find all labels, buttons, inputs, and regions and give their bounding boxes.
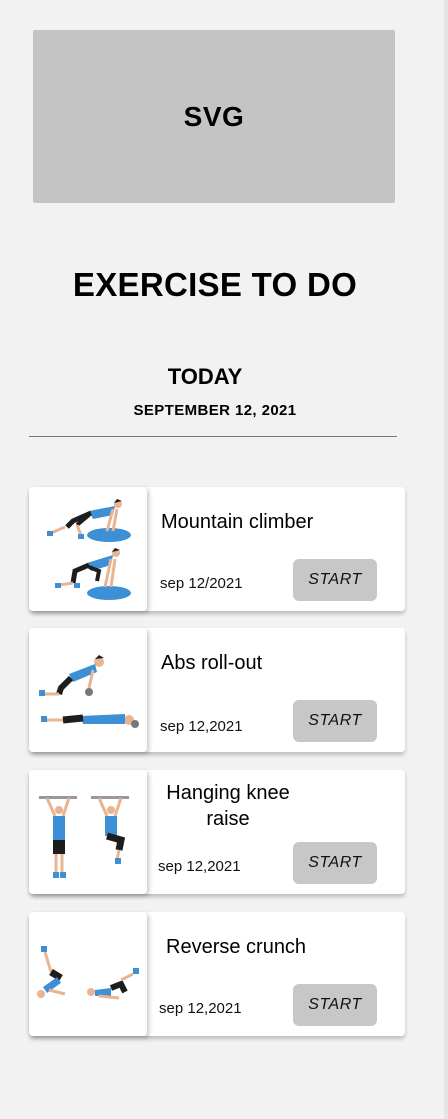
exercise-name: Reverse crunch bbox=[166, 936, 307, 958]
exercise-card-hanging-knee-raise[interactable]: Hanging knee raise sep 12,2021 START bbox=[29, 770, 405, 894]
start-button-abs-rollout[interactable]: START bbox=[293, 700, 377, 742]
abs-rollout-illustration bbox=[29, 628, 147, 752]
exercise-date: sep 12,2021 bbox=[158, 858, 241, 875]
exercise-name: Mountain climber bbox=[161, 511, 314, 533]
page-title: EXERCISE TO DO bbox=[72, 266, 358, 303]
start-button-mountain-climber[interactable]: START bbox=[293, 559, 377, 601]
exercise-date: sep 12/2021 bbox=[160, 575, 243, 592]
exercise-date: sep 12,2021 bbox=[160, 718, 243, 735]
start-button-hanging-knee-raise[interactable]: START bbox=[293, 842, 377, 884]
exercise-name: Abs roll-out bbox=[161, 652, 263, 674]
exercise-date: sep 12,2021 bbox=[159, 1000, 242, 1017]
svg-banner-placeholder: SVG bbox=[33, 30, 395, 203]
start-button-reverse-crunch[interactable]: START bbox=[293, 984, 377, 1026]
scrollbar-track[interactable] bbox=[444, 0, 448, 1119]
banner-label: SVG bbox=[183, 100, 245, 132]
header-divider bbox=[29, 436, 397, 437]
day-label: TODAY bbox=[167, 364, 243, 389]
exercise-name: Hanging knee raise bbox=[166, 782, 290, 830]
exercise-card-reverse-crunch[interactable]: Reverse crunch sep 12,2021 START bbox=[29, 912, 405, 1036]
mountain-climber-illustration bbox=[29, 487, 147, 611]
exercise-card-mountain-climber[interactable]: Mountain climber sep 12/2021 START bbox=[29, 487, 405, 611]
date-label: SEPTEMBER 12, 2021 bbox=[133, 402, 297, 419]
exercise-card-abs-rollout[interactable]: Abs roll-out sep 12,2021 START bbox=[29, 628, 405, 752]
hanging-knee-raise-illustration bbox=[29, 770, 147, 894]
reverse-crunch-illustration bbox=[29, 912, 147, 1036]
